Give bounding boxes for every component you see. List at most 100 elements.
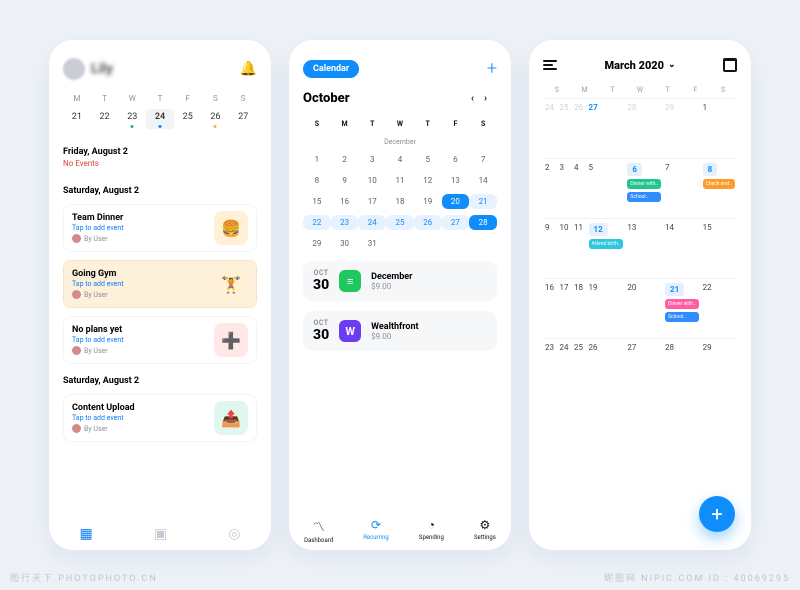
day-cell[interactable]: 20 [625,278,663,334]
day-cell[interactable]: 27 [587,98,626,154]
day-cell[interactable]: 9 [543,218,558,274]
day-cell[interactable]: 26 [572,98,587,154]
day-cell[interactable]: 6Dinner with..School.. [625,158,663,214]
calendar-day[interactable] [386,236,414,251]
calendar-day[interactable]: 23 [331,215,359,230]
day-cell[interactable]: 4 [572,158,587,214]
calendar-day[interactable]: 26 [414,215,442,230]
calendar-day[interactable]: 15 [303,194,331,209]
calendar-day[interactable]: 10 [358,173,386,188]
day-cell[interactable]: 26 [587,338,626,394]
calendar-day[interactable]: 2 [331,152,359,167]
calendar-day[interactable]: 16 [331,194,359,209]
event-card[interactable]: Content Upload Tap to add event By User … [63,394,257,442]
calendar-day[interactable]: 20 [442,194,470,209]
day-cell[interactable]: 17 [558,278,573,334]
calendar-day[interactable]: 25 [386,215,414,230]
calendar-day[interactable]: 30 [331,236,359,251]
calendar-day[interactable]: 11 [386,173,414,188]
date-cell[interactable]: 22 [91,109,119,129]
calendar-day[interactable]: 4 [386,152,414,167]
day-cell[interactable]: 1 [701,98,737,154]
add-icon: ➕ [214,323,248,357]
event-chip: Check emt.. [703,179,735,189]
event-card[interactable]: Going Gym Tap to add event By User 🏋️ [63,260,257,308]
day-cell[interactable]: 25 [558,98,573,154]
date-cell[interactable]: 27 [229,109,257,129]
date-cell[interactable]: 21 [63,109,91,129]
add-tab-icon[interactable]: ▣ [154,526,167,542]
calendar-day[interactable]: 9 [331,173,359,188]
calendar-day[interactable]: 31 [358,236,386,251]
tab-recurring[interactable]: ⟳Recurring [363,518,389,544]
calendar-day[interactable]: 13 [442,173,470,188]
day-cell[interactable]: 25 [572,338,587,394]
user-block[interactable]: Lily [63,58,113,80]
day-cell[interactable]: 5 [587,158,626,214]
calendar-day[interactable]: 8 [303,173,331,188]
tab-dashboard[interactable]: 〽Dashboard [304,518,333,544]
day-cell[interactable]: 13 [625,218,663,274]
prev-icon[interactable]: ‹ [471,93,484,104]
date-cell[interactable]: 26 [202,109,230,129]
day-cell[interactable]: 8Check emt.. [701,158,737,214]
day-cell[interactable]: 21Dinner with..School.. [663,278,701,334]
month-selector[interactable]: March 2020⌄ [604,59,675,72]
day-cell[interactable]: 28 [625,98,663,154]
day-cell[interactable]: 12Attend birth.. [587,218,626,274]
event-card[interactable]: No plans yet Tap to add event By User ➕ [63,316,257,364]
day-cell[interactable]: 28 [663,338,701,394]
calendar-day[interactable]: 12 [414,173,442,188]
day-cell[interactable]: 3 [558,158,573,214]
date-cell[interactable]: 25 [174,109,202,129]
calendar-icon[interactable]: ▦ [80,526,93,542]
add-icon[interactable]: + [487,58,497,79]
day-cell[interactable]: 14 [663,218,701,274]
day-cell[interactable]: 16 [543,278,558,334]
event-card[interactable]: Team Dinner Tap to add event By User 🍔 [63,204,257,252]
day-cell[interactable]: 27 [625,338,663,394]
calendar-icon[interactable] [723,58,737,72]
calendar-pill[interactable]: Calendar [303,60,359,78]
calendar-day[interactable]: 27 [442,215,470,230]
calendar-day[interactable]: 6 [442,152,470,167]
day-cell[interactable]: 24 [543,98,558,154]
calendar-day[interactable]: 14 [469,173,497,188]
calendar-day[interactable]: 24 [358,215,386,230]
calendar-day[interactable]: 22 [303,215,331,230]
day-cell[interactable]: 29 [701,338,737,394]
day-cell[interactable]: 15 [701,218,737,274]
day-cell[interactable]: 22 [701,278,737,334]
day-cell[interactable]: 24 [558,338,573,394]
calendar-day[interactable]: 18 [386,194,414,209]
calendar-day[interactable]: 1 [303,152,331,167]
next-icon[interactable]: › [484,93,497,104]
calendar-day[interactable]: 21 [469,194,497,209]
day-cell[interactable]: 18 [572,278,587,334]
transaction-card[interactable]: OCT30 W Wealthfront$9.00 [303,311,497,351]
date-cell[interactable]: 23 [118,109,146,129]
calendar-day[interactable]: 5 [414,152,442,167]
fab-add[interactable]: + [699,496,735,532]
day-cell[interactable]: 19 [587,278,626,334]
calendar-day[interactable]: 3 [358,152,386,167]
day-cell[interactable]: 7 [663,158,701,214]
day-cell[interactable]: 2 [543,158,558,214]
day-cell[interactable]: 10 [558,218,573,274]
date-cell-selected[interactable]: 24 [146,109,174,129]
bell-icon[interactable]: 🔔 [240,61,257,77]
calendar-day[interactable]: 7 [469,152,497,167]
tab-settings[interactable]: ⚙Settings [474,518,496,544]
calendar-day[interactable]: 17 [358,194,386,209]
menu-icon[interactable] [543,60,557,70]
day-cell[interactable]: 23 [543,338,558,394]
day-cell[interactable]: 29 [663,98,701,154]
calendar-day[interactable]: 19 [414,194,442,209]
transaction-card[interactable]: OCT30 ≡ December$9.00 [303,261,497,301]
day-cell[interactable]: 11 [572,218,587,274]
calendar-day[interactable]: 28 [469,215,497,230]
burger-icon: 🍔 [214,211,248,245]
compass-icon[interactable]: ◎ [228,526,240,542]
tab-spending[interactable]: ◔Spending [419,518,444,544]
calendar-day[interactable]: 29 [303,236,331,251]
